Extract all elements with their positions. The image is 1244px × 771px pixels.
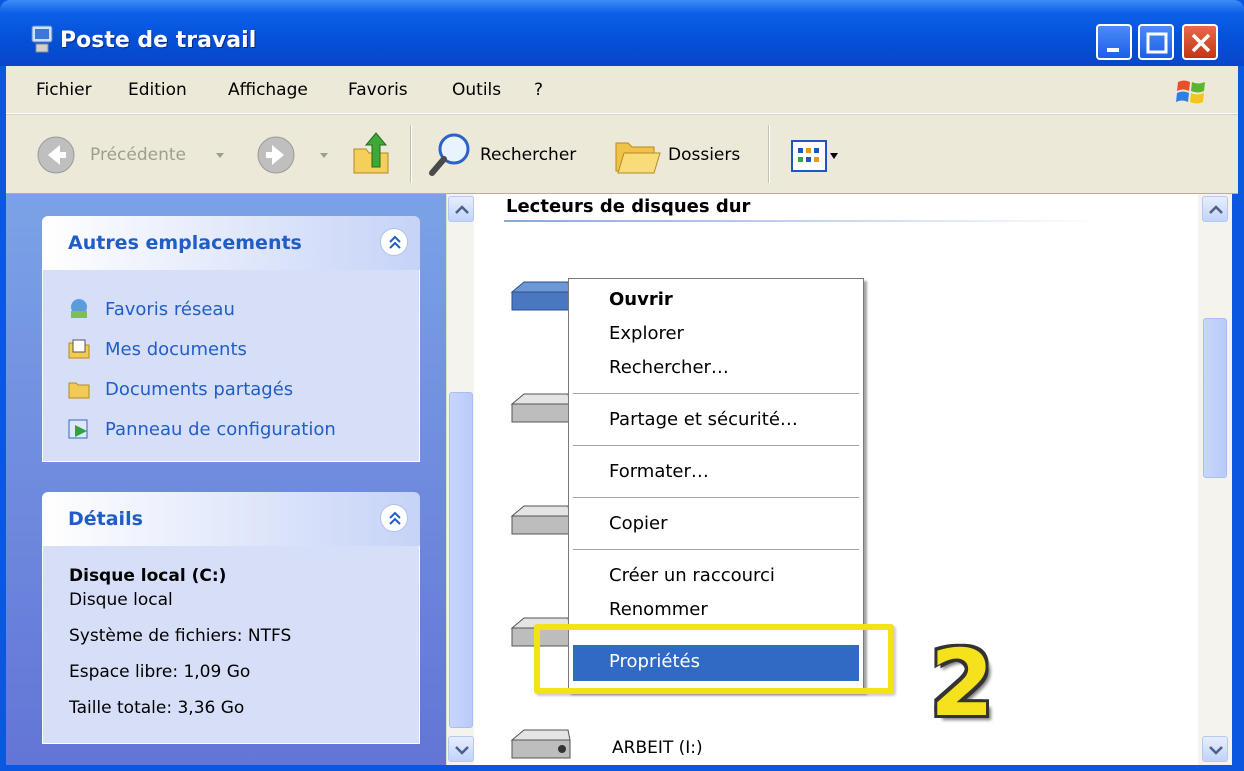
highlight-box [534,624,894,694]
close-icon [1191,33,1211,53]
details-name: Disque local (C:) [69,566,227,586]
menu-separator [573,549,859,550]
menu-fichier[interactable]: Fichier [36,80,92,100]
folders-button-label[interactable]: Dossiers [668,145,740,165]
scroll-down-button[interactable] [1202,736,1228,762]
step-number: 2 [930,630,995,737]
link-panneau-configuration[interactable]: Panneau de configuration [67,416,336,442]
other-places-title: Autres emplacements [68,232,302,254]
link-mes-documents[interactable]: Mes documents [67,336,247,362]
scroll-up-button[interactable] [1202,196,1228,222]
other-places-panel: Autres emplacements Favoris réseau Mes d… [42,216,420,462]
explorer-window: Poste de travail Fichier Edition Afficha… [0,0,1244,771]
collapse-button[interactable] [380,228,408,256]
computer-icon [31,25,53,53]
title-bar[interactable]: Poste de travail [0,0,1244,66]
forward-arrow-icon[interactable] [256,135,296,175]
menu-favoris[interactable]: Favoris [348,80,408,100]
menu-item-rechercher[interactable]: Rechercher… [609,357,729,378]
chevron-up-icon [389,511,401,525]
folders-icon[interactable] [614,135,662,177]
chevron-up-icon [455,205,469,214]
menu-item-creer-raccourci[interactable]: Créer un raccourci [609,565,775,586]
menu-item-copier[interactable]: Copier [609,513,667,534]
details-header[interactable]: Détails [42,492,420,546]
details-total-size: Taille totale: 3,36 Go [69,698,245,718]
link-favoris-reseau[interactable]: Favoris réseau [67,296,235,322]
menu-item-explorer[interactable]: Explorer [609,323,684,344]
search-button-label[interactable]: Rechercher [480,145,576,165]
link-label: Mes documents [105,338,247,360]
menu-separator [573,497,859,498]
menu-item-ouvrir[interactable]: Ouvrir [609,289,673,310]
details-type: Disque local [69,590,173,610]
scroll-thumb[interactable] [449,392,473,728]
shared-folder-icon [68,382,90,399]
hard-drive-icon[interactable] [510,502,572,542]
close-button[interactable] [1182,24,1218,60]
chevron-down-icon [455,746,469,755]
task-pane-scrollbar[interactable] [446,194,474,765]
minimize-button[interactable] [1096,24,1132,60]
details-body: Disque local (C:) Disque local Système d… [42,546,420,744]
up-folder-icon[interactable] [350,131,394,177]
toolbar: Précédente Rechercher Dossiers [6,114,1238,194]
group-title: Lecteurs de disques dur [506,196,751,217]
menu-affichage[interactable]: Affichage [228,80,308,100]
chevron-up-icon [389,235,401,249]
menu-item-partage[interactable]: Partage et sécurité… [609,409,798,430]
back-arrow-icon[interactable] [36,135,76,175]
back-button-label[interactable]: Précédente [90,145,186,165]
link-label: Documents partagés [105,378,294,400]
menu-separator [573,393,859,394]
link-label: Favoris réseau [105,298,235,320]
view-mode-icon[interactable] [790,139,838,173]
hard-drive-icon[interactable] [510,278,572,318]
back-dropdown-icon[interactable] [214,151,226,161]
link-documents-partages[interactable]: Documents partagés [67,376,293,402]
drive-label[interactable]: ARBEIT (I:) [612,738,703,758]
scroll-down-button[interactable] [448,736,474,762]
other-places-body: Favoris réseau Mes documents Documents p… [42,270,420,462]
hard-drive-icon[interactable] [510,726,572,766]
network-icon [71,299,87,318]
group-divider [504,220,1104,222]
control-panel-icon [68,419,88,439]
window-title: Poste de travail [60,28,257,53]
menu-item-renommer[interactable]: Renommer [609,599,708,620]
details-filesystem: Système de fichiers: NTFS [69,626,292,646]
toolbar-separator [410,125,412,183]
chevron-up-icon [1209,205,1223,214]
scroll-thumb[interactable] [1203,318,1227,478]
search-icon[interactable] [426,131,474,179]
chevron-down-icon [1209,746,1223,755]
menu-help[interactable]: ? [534,80,543,100]
toolbar-separator [768,125,770,183]
details-title: Détails [68,508,143,530]
minimize-icon [1107,48,1119,52]
maximize-button[interactable] [1138,24,1174,60]
forward-dropdown-icon[interactable] [318,151,330,161]
content-scrollbar[interactable] [1198,194,1232,765]
documents-folder-icon [68,339,90,359]
task-pane: Autres emplacements Favoris réseau Mes d… [6,194,446,765]
windows-logo-icon [1176,80,1205,104]
other-places-header[interactable]: Autres emplacements [42,216,420,270]
hard-drive-icon[interactable] [510,390,572,430]
collapse-button[interactable] [380,504,408,532]
details-free-space: Espace libre: 1,09 Go [69,662,251,682]
menu-bar: Fichier Edition Affichage Favoris Outils… [6,66,1238,114]
menu-separator [573,445,859,446]
menu-edition[interactable]: Edition [128,80,187,100]
details-panel: Détails Disque local (C:) Disque local S… [42,492,420,744]
maximize-icon [1146,32,1168,54]
link-label: Panneau de configuration [105,418,336,440]
menu-item-formater[interactable]: Formater… [609,461,709,482]
menu-outils[interactable]: Outils [452,80,501,100]
scroll-up-button[interactable] [448,196,474,222]
